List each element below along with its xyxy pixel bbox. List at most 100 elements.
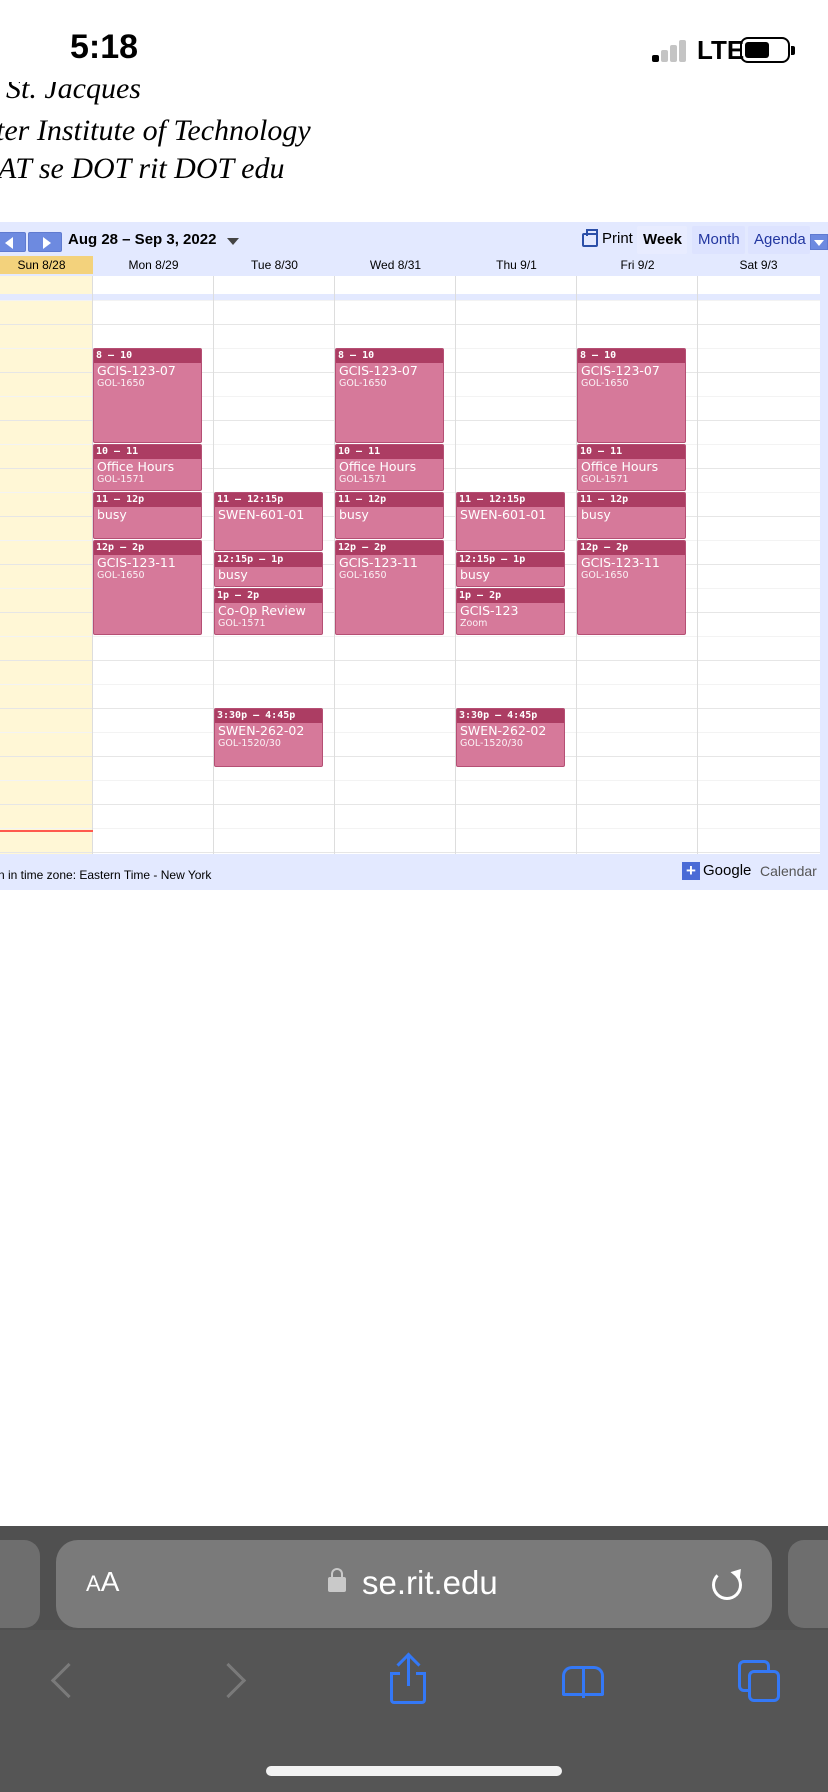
page-header-text: St. Jacques ter Institute of Technology … — [0, 82, 828, 222]
column-divider — [697, 276, 698, 854]
event-time: 1p – 2p — [215, 589, 322, 603]
event-title: busy — [460, 567, 490, 582]
event-title: Co-Op Review — [218, 603, 306, 618]
address-bar[interactable]: AA se.rit.edu — [56, 1540, 772, 1628]
day-header[interactable]: Sat 9/3 — [698, 256, 819, 274]
event-time: 12p – 2p — [94, 541, 201, 555]
next-week-button[interactable] — [28, 232, 62, 252]
day-header[interactable]: Sun 8/28 — [0, 256, 93, 274]
week-grid: 8 – 10 GCIS-123-07 GOL-1650 10 – 11 Office H… — [0, 276, 820, 854]
today-column — [0, 276, 93, 854]
date-range[interactable]: Aug 28 – Sep 3, 2022 — [68, 231, 216, 248]
event-title: Office Hours — [339, 459, 417, 474]
event-time: 8 – 10 — [578, 349, 685, 363]
tabs-icon[interactable] — [736, 1658, 784, 1706]
calendar-event[interactable]: 11 – 12p busy — [577, 492, 686, 539]
google-logo-text: Google — [703, 862, 752, 879]
event-time: 11 – 12:15p — [215, 493, 322, 507]
calendar-event[interactable]: 11 – 12:15p SWEN-601-01 — [214, 492, 323, 551]
event-time: 8 – 10 — [94, 349, 201, 363]
email-text: AT se DOT rit DOT edu — [0, 152, 285, 185]
calendar-event[interactable]: 10 – 11 Office Hours GOL-1571 — [335, 444, 444, 491]
day-header[interactable]: Mon 8/29 — [93, 256, 214, 274]
event-title: GCIS-123-07 — [339, 363, 418, 378]
tab-week[interactable]: Week — [637, 226, 687, 254]
calendar-event[interactable]: 8 – 10 GCIS-123-07 GOL-1650 — [335, 348, 444, 443]
current-time-line — [0, 830, 93, 832]
event-title: GCIS-123-11 — [339, 555, 418, 570]
event-location: GOL-1571 — [581, 474, 629, 485]
bookmarks-icon[interactable] — [560, 1658, 608, 1706]
institute-name: ter Institute of Technology — [0, 114, 311, 147]
calendar-event[interactable]: 3:30p – 4:45p SWEN-262-02 GOL-1520/30 — [214, 708, 323, 767]
previous-week-button[interactable] — [0, 232, 26, 252]
calendar-event[interactable]: 11 – 12p busy — [335, 492, 444, 539]
event-title: SWEN-601-01 — [218, 507, 305, 522]
next-tab-preview[interactable] — [788, 1540, 828, 1628]
network-label: LTE — [697, 35, 745, 65]
print-label: Print — [602, 230, 633, 247]
event-time: 3:30p – 4:45p — [215, 709, 322, 723]
calendar-event[interactable]: 12p – 2p GCIS-123-11 GOL-1650 — [335, 540, 444, 635]
event-time: 1p – 2p — [457, 589, 564, 603]
event-time: 10 – 11 — [94, 445, 201, 459]
address-area: AA se.rit.edu — [0, 1526, 828, 1630]
event-time: 12p – 2p — [336, 541, 443, 555]
event-title: busy — [581, 507, 611, 522]
browser-toolbar: AA se.rit.edu — [0, 1526, 828, 1792]
event-title: busy — [218, 567, 248, 582]
calendar-event[interactable]: 12p – 2p GCIS-123-11 GOL-1650 — [577, 540, 686, 635]
day-header[interactable]: Thu 9/1 — [456, 256, 577, 274]
event-title: SWEN-262-02 — [460, 723, 547, 738]
calendar-event[interactable]: 12:15p – 1p busy — [214, 552, 323, 587]
previous-tab-preview[interactable] — [0, 1540, 40, 1628]
calendar-event[interactable]: 8 – 10 GCIS-123-07 GOL-1650 — [577, 348, 686, 443]
event-title: GCIS-123-11 — [97, 555, 176, 570]
status-time: 5:18 — [70, 28, 139, 66]
reload-icon[interactable] — [712, 1570, 742, 1600]
calendar-event[interactable]: 3:30p – 4:45p SWEN-262-02 GOL-1520/30 — [456, 708, 565, 767]
day-header[interactable]: Tue 8/30 — [214, 256, 335, 274]
event-title: SWEN-601-01 — [460, 507, 547, 522]
event-location: GOL-1650 — [581, 378, 629, 389]
tab-month[interactable]: Month — [692, 226, 745, 254]
day-header[interactable]: Fri 9/2 — [577, 256, 698, 274]
calendar-event[interactable]: 12:15p – 1p busy — [456, 552, 565, 587]
agenda-dropdown-icon[interactable] — [810, 234, 828, 250]
event-time: 8 – 10 — [336, 349, 443, 363]
calendar-event[interactable]: 12p – 2p GCIS-123-11 GOL-1650 — [93, 540, 202, 635]
calendar-event[interactable]: 10 – 11 Office Hours GOL-1571 — [93, 444, 202, 491]
event-time: 12:15p – 1p — [215, 553, 322, 567]
lock-icon — [328, 1568, 346, 1592]
event-title: GCIS-123-11 — [581, 555, 660, 570]
event-time: 3:30p – 4:45p — [457, 709, 564, 723]
share-icon[interactable] — [386, 1652, 434, 1706]
calendar-event[interactable]: 8 – 10 GCIS-123-07 GOL-1650 — [93, 348, 202, 443]
day-header[interactable]: Wed 8/31 — [335, 256, 456, 274]
day-headers: Sun 8/28 Mon 8/29 Tue 8/30 Wed 8/31 Thu 9/1 F… — [0, 256, 828, 274]
calendar-event[interactable]: 11 – 12p busy — [93, 492, 202, 539]
back-icon[interactable] — [38, 1658, 86, 1706]
event-title: busy — [97, 507, 127, 522]
calendar-event[interactable]: 10 – 11 Office Hours GOL-1571 — [577, 444, 686, 491]
calendar-event[interactable]: 1p – 2p GCIS-123 Zoom — [456, 588, 565, 635]
event-location: GOL-1571 — [339, 474, 387, 485]
forward-icon[interactable] — [212, 1658, 260, 1706]
calendar-toolbar: Aug 28 – Sep 3, 2022 Print Week Month Ag… — [0, 222, 828, 256]
event-location: GOL-1571 — [218, 618, 266, 629]
calendar-event[interactable]: 1p – 2p Co-Op Review GOL-1571 — [214, 588, 323, 635]
tab-agenda[interactable]: Agenda — [748, 226, 810, 254]
event-time: 10 – 11 — [336, 445, 443, 459]
event-time: 11 – 12p — [94, 493, 201, 507]
battery-icon — [740, 37, 795, 63]
chevron-down-icon[interactable] — [227, 238, 239, 245]
event-title: SWEN-262-02 — [218, 723, 305, 738]
event-time: 11 – 12p — [578, 493, 685, 507]
reader-settings-button[interactable]: AA — [86, 1566, 119, 1598]
calendar-event[interactable]: 11 – 12:15p SWEN-601-01 — [456, 492, 565, 551]
printer-icon — [582, 229, 598, 247]
url-text[interactable]: se.rit.edu — [362, 1564, 498, 1602]
event-location: GOL-1571 — [97, 474, 145, 485]
event-location: GOL-1650 — [339, 570, 387, 581]
event-title: Office Hours — [97, 459, 175, 474]
